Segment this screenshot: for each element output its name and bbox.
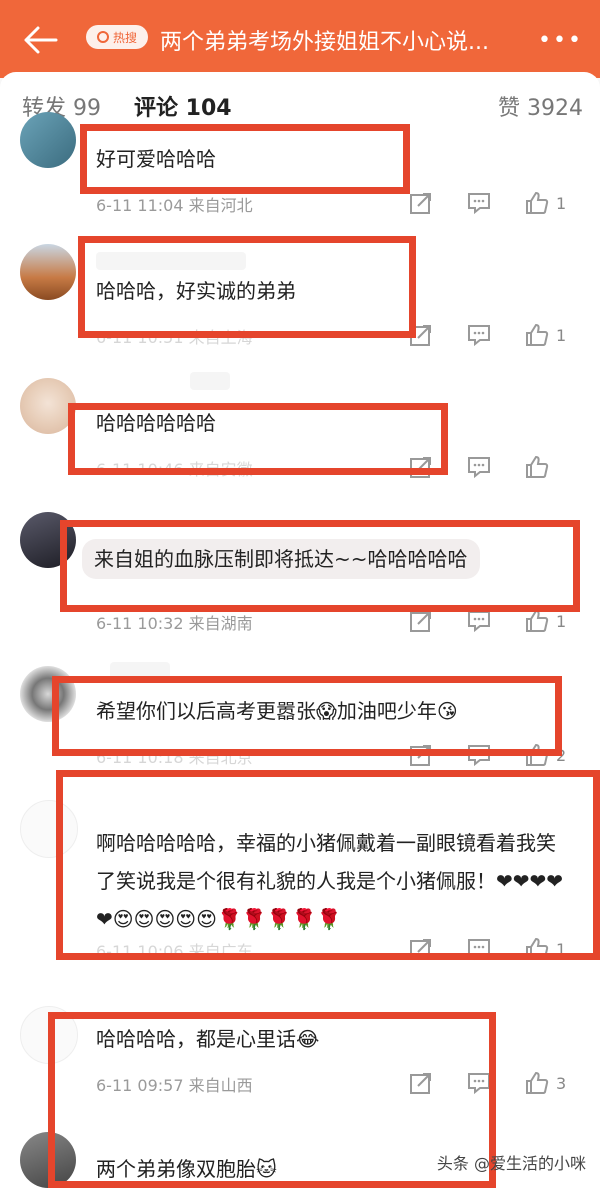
comment-actions <box>408 454 582 480</box>
avatar[interactable] <box>20 512 76 568</box>
comment-meta: 6-11 10:32 来自湖南 <box>96 614 253 633</box>
reply-button[interactable] <box>466 608 524 634</box>
thumbs-up-icon <box>526 455 549 478</box>
comment-actions: 1 <box>408 322 582 348</box>
like-button[interactable]: 1 <box>524 608 582 634</box>
thumbs-up-icon <box>526 191 549 214</box>
like-count: 1 <box>556 325 567 345</box>
comment-text: 哈哈哈哈，都是心里话😂 <box>96 1027 320 1051</box>
like-button[interactable]: 3 <box>524 1070 582 1096</box>
comment-actions: 1 <box>408 608 582 634</box>
watermark: 头条 @爱生活的小咪 <box>436 1154 586 1173</box>
comment-actions: 1 <box>408 936 582 962</box>
share-button[interactable] <box>408 608 466 634</box>
share-button[interactable] <box>408 1070 466 1096</box>
comment-bubble: 来自姐的血脉压制即将抵达~~哈哈哈哈哈 <box>82 539 480 579</box>
avatar[interactable] <box>20 1006 78 1064</box>
comment-text: 哈哈哈，好实诚的弟弟 <box>96 279 296 303</box>
comment-meta: 6-11 09:57 来自山西 <box>96 1076 253 1095</box>
like-button[interactable]: 2 <box>524 742 582 768</box>
comment-meta: 6-11 10:06 来自广东 <box>96 942 253 961</box>
comment-meta: 6-11 10:46 来自安徽 <box>96 460 253 479</box>
comment-text: 好可爱哈哈哈 <box>96 147 216 171</box>
reply-button[interactable] <box>466 936 524 962</box>
comment-icon <box>468 193 490 215</box>
avatar[interactable] <box>20 112 76 168</box>
share-icon <box>410 193 431 214</box>
comment-item: 来自姐的血脉压制即将抵达~~哈哈哈哈哈 6-11 10:32 来自湖南 1 <box>0 512 600 638</box>
avatar[interactable] <box>20 800 78 858</box>
top-bar: 热搜 两个弟弟考场外接姐姐不小心说... ••• <box>0 0 600 78</box>
share-icon <box>410 745 431 766</box>
comment-item: 希望你们以后高考更嚣张😱加油吧少年😘 6-11 10:18 来自北京 2 <box>0 660 600 770</box>
share-icon <box>410 611 431 632</box>
like-count: 2 <box>556 745 567 765</box>
reply-button[interactable] <box>466 322 524 348</box>
thumbs-up-icon <box>526 609 549 632</box>
like-button[interactable]: 1 <box>524 322 582 348</box>
avatar[interactable] <box>20 1132 76 1188</box>
comment-text: 来自姐的血脉压制即将抵达~~哈哈哈哈哈 <box>82 539 552 579</box>
thumbs-up-icon <box>526 743 549 766</box>
avatar[interactable] <box>20 378 76 434</box>
thumbs-up-icon <box>526 937 549 960</box>
like-count: 1 <box>556 939 567 959</box>
username-blurred <box>110 662 170 680</box>
username-blurred <box>96 252 246 270</box>
back-arrow-icon[interactable] <box>20 22 60 58</box>
comment-icon <box>468 745 490 767</box>
comment-icon <box>468 457 490 479</box>
tab-comments[interactable]: 评论 104 <box>134 90 232 122</box>
comment-item: 哈哈哈哈哈哈 6-11 10:46 来自安徽 <box>0 372 600 488</box>
reply-button[interactable] <box>466 454 524 480</box>
comment-meta: 6-11 10:18 来自北京 <box>96 748 253 767</box>
reply-button[interactable] <box>466 190 524 216</box>
comment-item: 哈哈哈哈，都是心里话😂 6-11 09:57 来自山西 3 <box>0 1000 600 1100</box>
share-button[interactable] <box>408 454 466 480</box>
like-button[interactable]: 1 <box>524 190 582 216</box>
share-icon <box>410 939 431 960</box>
share-icon <box>410 457 431 478</box>
like-count: 1 <box>556 611 567 631</box>
share-icon <box>410 325 431 346</box>
comment-icon <box>468 1073 490 1095</box>
like-count: 1 <box>556 193 567 213</box>
share-button[interactable] <box>408 936 466 962</box>
like-count: 3 <box>556 1073 567 1093</box>
comment-icon <box>468 611 490 633</box>
comment-meta: 6-11 10:51 来自上海 <box>96 328 253 347</box>
search-icon <box>96 31 109 43</box>
comment-item: 哈哈哈，好实诚的弟弟 6-11 10:51 来自上海 1 <box>0 240 600 360</box>
share-icon <box>410 1073 431 1094</box>
comment-item: 啊哈哈哈哈哈，幸福的小猪佩戴着一副眼镜看着我笑了笑说我是个很有礼貌的人我是个小猪… <box>0 798 600 978</box>
tab-likes[interactable]: 赞 3924 <box>498 90 583 122</box>
avatar[interactable] <box>20 244 76 300</box>
hot-search-badge[interactable]: 热搜 <box>86 25 148 49</box>
share-button[interactable] <box>408 190 466 216</box>
thumbs-up-icon <box>526 1071 549 1094</box>
comment-icon <box>468 325 490 347</box>
comment-text: 哈哈哈哈哈哈 <box>96 411 216 435</box>
avatar[interactable] <box>20 666 76 722</box>
comment-text: 希望你们以后高考更嚣张😱加油吧少年😘 <box>96 699 458 723</box>
more-options-icon[interactable]: ••• <box>538 28 583 53</box>
comment-actions: 3 <box>408 1070 582 1096</box>
like-button[interactable]: 1 <box>524 936 582 962</box>
share-button[interactable] <box>408 742 466 768</box>
page-title[interactable]: 两个弟弟考场外接姐姐不小心说... <box>160 24 520 56</box>
share-button[interactable] <box>408 322 466 348</box>
username-blurred <box>190 372 230 390</box>
comment-actions: 2 <box>408 742 582 768</box>
hot-search-label: 热搜 <box>112 30 137 45</box>
thumbs-up-icon <box>526 323 549 346</box>
comment-icon <box>468 939 490 961</box>
reply-button[interactable] <box>466 742 524 768</box>
comment-meta: 6-11 11:04 来自河北 <box>96 196 253 215</box>
reply-button[interactable] <box>466 1070 524 1096</box>
comment-text: 啊哈哈哈哈哈，幸福的小猪佩戴着一副眼镜看着我笑了笑说我是个很有礼貌的人我是个小猪… <box>96 831 564 931</box>
comment-actions: 1 <box>408 190 582 216</box>
comment-item: 好可爱哈哈哈 6-11 11:04 来自河北 1 <box>0 112 600 230</box>
like-button[interactable] <box>524 454 582 480</box>
